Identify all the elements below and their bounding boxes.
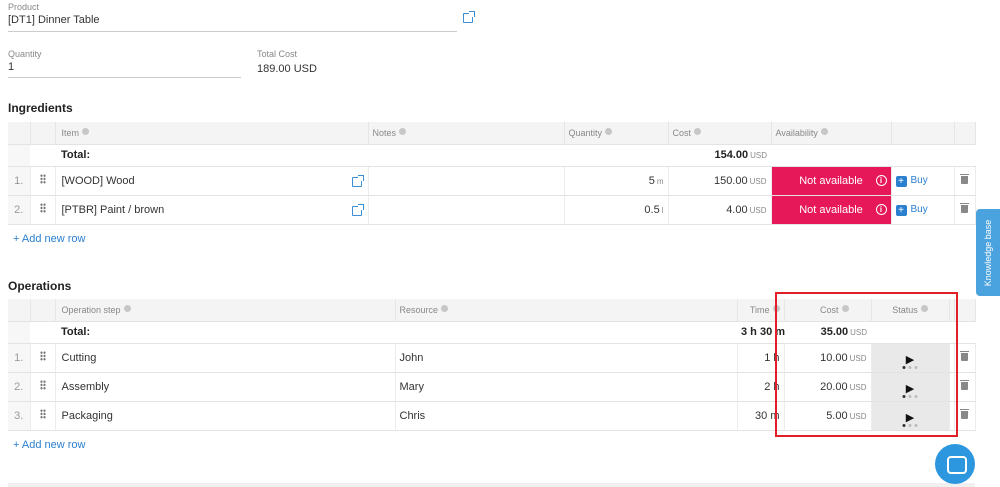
- info-icon: [820, 127, 828, 135]
- cart-plus-icon: +: [895, 176, 907, 187]
- availability-badge[interactable]: Not available i: [771, 195, 892, 225]
- total-label: Total:: [55, 321, 395, 344]
- operations-title: Operations: [8, 279, 72, 293]
- external-link-icon[interactable]: [463, 11, 475, 23]
- item-name: [WOOD] Wood: [61, 174, 135, 187]
- info-icon: [82, 127, 90, 135]
- total-cost-label: Total Cost: [257, 49, 298, 59]
- ingredients-total-row: Total: 154.00 USD: [8, 144, 975, 167]
- knowledge-base-label: Knowledge base: [983, 219, 993, 286]
- trash-icon: [960, 379, 969, 390]
- header-operation-step: Operation step: [55, 299, 396, 322]
- item-name: [PTBR] Paint / brown: [61, 203, 165, 216]
- delete-button[interactable]: [954, 195, 976, 225]
- header-item: Item: [55, 122, 369, 145]
- bottom-divider: [8, 483, 975, 487]
- knowledge-base-tab[interactable]: Knowledge base: [976, 209, 1000, 296]
- header-cost: Cost: [668, 122, 772, 145]
- ingredients-table: Item Notes Quantity Cost Availability To…: [8, 122, 976, 225]
- delete-button[interactable]: [954, 166, 976, 196]
- external-link-icon[interactable]: [351, 203, 364, 216]
- add-ingredient-row-link[interactable]: + Add new row: [13, 233, 85, 245]
- ingredients-title: Ingredients: [8, 101, 73, 115]
- info-icon: [605, 127, 613, 135]
- quantity-label: Quantity: [8, 49, 42, 59]
- row-number: 2.: [8, 372, 31, 402]
- drag-handle-icon[interactable]: [30, 166, 56, 196]
- trash-icon: [960, 202, 969, 213]
- total-cost-value: 189.00 USD: [257, 63, 317, 75]
- info-icon: [441, 304, 449, 312]
- resource-cell[interactable]: Mary: [395, 372, 738, 402]
- drag-handle-icon[interactable]: [30, 401, 56, 431]
- product-field[interactable]: [DT1] Dinner Table: [8, 14, 457, 32]
- table-row: 2. [PTBR] Paint / brown 0.5 l 4.00 USD Not…: [8, 195, 976, 225]
- item-cell[interactable]: [PTBR] Paint / brown: [55, 195, 369, 225]
- header-buy: [891, 122, 955, 145]
- quantity-value: 1: [8, 61, 15, 73]
- resource-cell[interactable]: John: [395, 343, 738, 373]
- product-label: Product: [8, 2, 40, 12]
- quantity-cell[interactable]: 5m: [564, 166, 669, 196]
- ingredients-header-row: Item Notes Quantity Cost Availability: [8, 122, 976, 145]
- external-link-icon[interactable]: [351, 174, 364, 187]
- trash-icon: [960, 350, 969, 361]
- trash-icon: [960, 173, 969, 184]
- row-number: 3.: [8, 401, 31, 431]
- header-quantity: Quantity: [564, 122, 669, 145]
- operation-step-cell[interactable]: Assembly: [55, 372, 396, 402]
- header-resource: Resource: [395, 299, 738, 322]
- chat-bubble-icon[interactable]: [935, 444, 975, 484]
- info-icon: [399, 127, 407, 135]
- header-num: [8, 122, 31, 145]
- highlight-box: [775, 292, 958, 437]
- header-availability: Availability: [771, 122, 892, 145]
- quantity-field[interactable]: 1: [8, 61, 241, 78]
- availability-badge[interactable]: Not available i: [771, 166, 892, 196]
- row-number: 2.: [8, 195, 31, 225]
- cart-plus-icon: +: [895, 205, 907, 216]
- quantity-cell[interactable]: 0.5 l: [564, 195, 669, 225]
- item-cell[interactable]: [WOOD] Wood: [55, 166, 369, 196]
- operation-step-cell[interactable]: Cutting: [55, 343, 396, 373]
- info-icon: i: [875, 203, 887, 215]
- row-number: 1.: [8, 343, 31, 373]
- cost-cell: 150.00 USD: [668, 166, 772, 196]
- notes-cell[interactable]: [368, 195, 565, 225]
- trash-icon: [960, 408, 969, 419]
- header-notes: Notes: [368, 122, 565, 145]
- row-number: 1.: [8, 166, 31, 196]
- resource-cell[interactable]: Chris: [395, 401, 738, 431]
- header-grip: [30, 122, 56, 145]
- notes-cell[interactable]: [368, 166, 565, 196]
- cost-cell: 4.00 USD: [668, 195, 772, 225]
- table-row: 1. [WOOD] Wood 5m 150.00 USD Not availabl…: [8, 166, 976, 196]
- buy-button[interactable]: + Buy: [891, 195, 955, 225]
- buy-button[interactable]: + Buy: [891, 166, 955, 196]
- drag-handle-icon[interactable]: [30, 372, 56, 402]
- header-delete: [954, 122, 976, 145]
- operation-step-cell[interactable]: Packaging: [55, 401, 396, 431]
- info-icon: [694, 127, 702, 135]
- drag-handle-icon[interactable]: [30, 195, 56, 225]
- info-icon: [123, 304, 131, 312]
- add-operation-row-link[interactable]: + Add new row: [13, 439, 85, 451]
- product-value: [DT1] Dinner Table: [8, 14, 100, 26]
- info-icon: i: [875, 174, 887, 186]
- total-label: Total:: [55, 144, 368, 167]
- total-cost: 154.00 USD: [668, 144, 771, 167]
- drag-handle-icon[interactable]: [30, 343, 56, 373]
